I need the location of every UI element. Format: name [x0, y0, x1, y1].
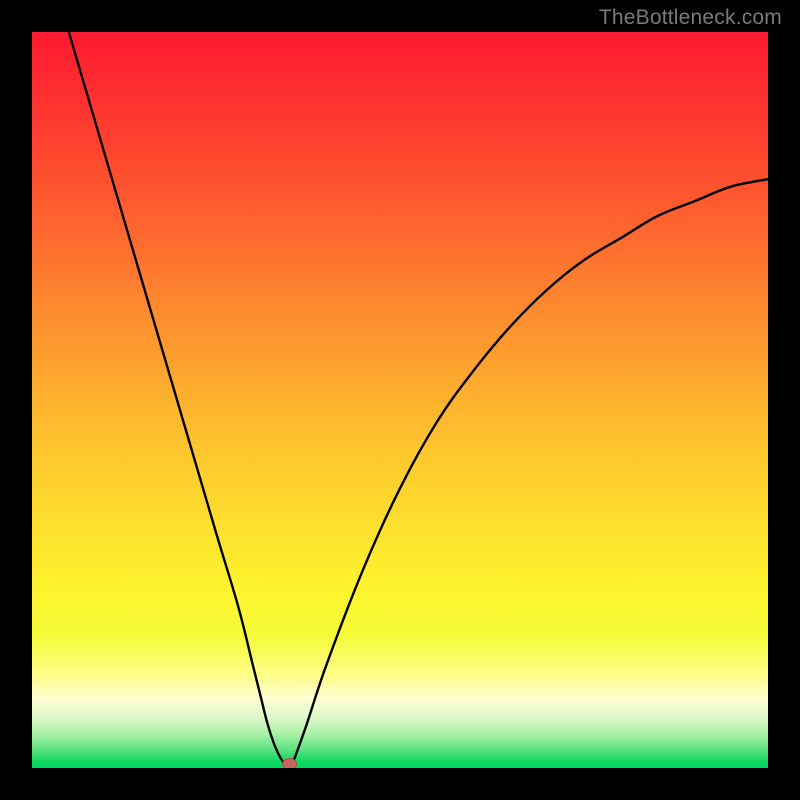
plot-area: [32, 32, 768, 768]
chart-frame: TheBottleneck.com: [0, 0, 800, 800]
gradient-background: [32, 32, 768, 768]
chart-svg: [32, 32, 768, 768]
minimum-marker: [283, 759, 297, 769]
watermark-text: TheBottleneck.com: [599, 6, 782, 30]
